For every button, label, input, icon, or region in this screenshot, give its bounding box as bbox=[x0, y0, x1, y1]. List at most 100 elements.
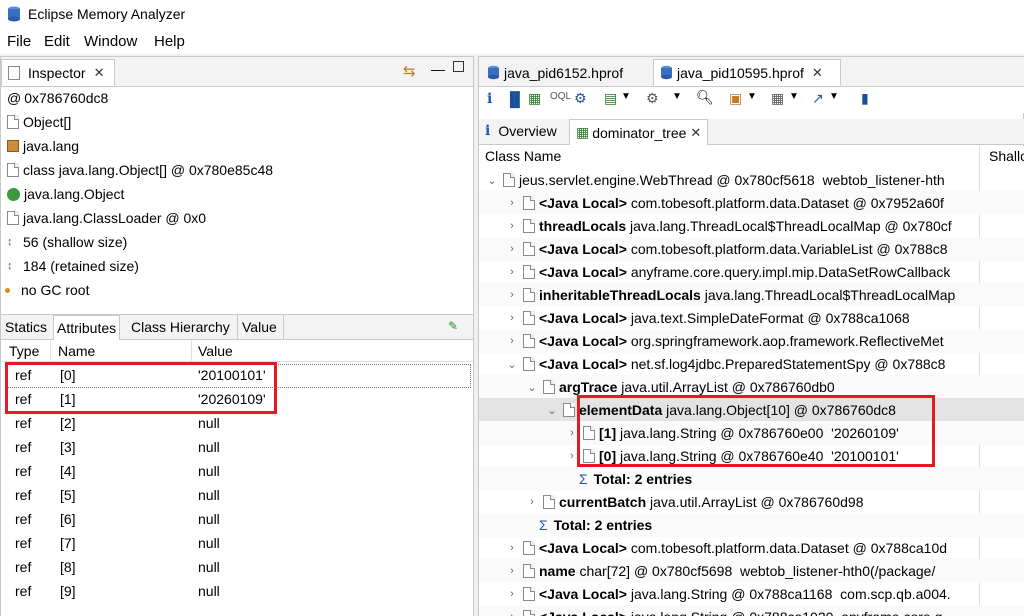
tab-class-hierarchy[interactable]: Class Hierarchy bbox=[131, 319, 230, 335]
tree-row[interactable]: Σ Total: 2 entries bbox=[479, 513, 1024, 537]
chevron-right-icon[interactable]: › bbox=[505, 266, 519, 278]
object-icon bbox=[523, 334, 535, 348]
inspector-superclass: java.lang.Object bbox=[7, 182, 124, 206]
tree-row[interactable]: › <Java Local> com.tobesoft.platform.data… bbox=[479, 237, 1024, 261]
chevron-down-icon[interactable]: ▼ bbox=[829, 91, 839, 102]
chevron-down-icon[interactable]: ▼ bbox=[672, 91, 682, 102]
chevron-right-icon[interactable]: › bbox=[505, 197, 519, 209]
tree-row[interactable]: › <Java Local> com.tobesoft.platform.data… bbox=[479, 536, 1024, 560]
link-with-editor-icon[interactable]: ⇆ bbox=[403, 62, 416, 80]
group-icon[interactable]: ▣ bbox=[729, 90, 742, 107]
tree-row[interactable]: › currentBatch java.util.ArrayList @ 0x78… bbox=[479, 490, 1024, 514]
col-name[interactable]: Name bbox=[58, 343, 95, 359]
cell-name: [8] bbox=[60, 559, 76, 575]
menu-help[interactable]: Help bbox=[154, 33, 185, 50]
close-icon[interactable]: ✕ bbox=[690, 125, 701, 141]
tree-row[interactable]: › <Java Local> anyframe.core.query.impl.m… bbox=[479, 260, 1024, 284]
table-row[interactable]: ref [8] null bbox=[1, 556, 473, 580]
info-icon[interactable]: i bbox=[487, 91, 492, 107]
chevron-right-icon[interactable]: › bbox=[505, 220, 519, 232]
table-row[interactable]: ref [2] null bbox=[1, 412, 473, 436]
tree-row[interactable]: › name char[72] @ 0x780cf5698 webtob_list… bbox=[479, 559, 1024, 583]
tree-row[interactable]: ⌄ <Java Local> net.sf.log4jdbc.PreparedSt… bbox=[479, 352, 1024, 376]
chevron-right-icon[interactable]: › bbox=[505, 289, 519, 301]
tab-dominator-tree[interactable]: ▦ dominator_tree ✕ bbox=[569, 119, 709, 145]
chevron-right-icon[interactable]: › bbox=[525, 496, 539, 508]
queries-icon[interactable]: ⚙ bbox=[646, 90, 659, 107]
chevron-right-icon[interactable]: › bbox=[505, 542, 519, 554]
tree-row[interactable]: › <Java Local> org.springframework.aop.fr… bbox=[479, 329, 1024, 353]
tree-row[interactable]: › <Java Local> java.lang.String @ 0x788ca… bbox=[479, 605, 1024, 616]
pin-tab-icon[interactable]: ▮ bbox=[861, 90, 869, 107]
search-icon[interactable]: 🔍︎ bbox=[696, 89, 714, 106]
menu-edit[interactable]: Edit bbox=[44, 33, 70, 50]
table-row[interactable]: ref [4] null bbox=[1, 460, 473, 484]
col-value[interactable]: Value bbox=[198, 343, 233, 359]
close-icon[interactable]: ✕ bbox=[812, 65, 823, 81]
histogram-icon[interactable]: ▐▌ bbox=[505, 91, 525, 107]
col-shallow-heap[interactable]: Shallo bbox=[989, 148, 1024, 164]
tab-value[interactable]: Value bbox=[242, 319, 277, 335]
tab-hprof-6152[interactable]: java_pid6152.hprof bbox=[481, 59, 649, 86]
chevron-down-icon[interactable]: ⌄ bbox=[485, 174, 499, 187]
menu-file[interactable]: File bbox=[7, 33, 31, 50]
pin-icon[interactable]: ✎ bbox=[448, 319, 458, 333]
object-icon bbox=[503, 173, 515, 187]
minimize-icon[interactable]: — bbox=[431, 61, 445, 77]
chevron-right-icon[interactable]: › bbox=[505, 335, 519, 347]
table-row[interactable]: ref [7] null bbox=[1, 532, 473, 556]
calculator-icon[interactable]: ▦ bbox=[771, 90, 784, 107]
threads-icon[interactable]: ⚙ bbox=[574, 90, 587, 107]
tab-overview[interactable]: i Overview bbox=[485, 123, 557, 139]
menu-window[interactable]: Window bbox=[84, 33, 137, 50]
tab-hprof-10595[interactable]: java_pid10595.hprof ✕ bbox=[653, 59, 841, 86]
chevron-down-icon[interactable]: ⌄ bbox=[545, 404, 559, 417]
export-icon[interactable]: ↗ bbox=[812, 90, 824, 107]
inspector-address: @0x786760dc8 bbox=[7, 86, 108, 110]
retained-size-text: 184 (retained size) bbox=[23, 258, 139, 274]
maximize-icon[interactable] bbox=[453, 61, 464, 72]
tree-row-field: inheritableThreadLocals bbox=[539, 287, 701, 303]
table-row[interactable]: ref [6] null bbox=[1, 508, 473, 532]
tree-row[interactable]: › <Java Local> java.text.SimpleDateFormat… bbox=[479, 306, 1024, 330]
dominator-tree-icon[interactable]: ▦ bbox=[528, 90, 541, 107]
reports-icon[interactable]: ▤ bbox=[604, 90, 617, 107]
close-icon[interactable]: ✕ bbox=[94, 65, 105, 81]
chevron-down-icon[interactable]: ⌄ bbox=[525, 381, 539, 394]
tree-row[interactable]: › <Java Local> java.lang.String @ 0x788ca… bbox=[479, 582, 1024, 606]
tree-row[interactable]: ⌄ jeus.servlet.engine.WebThread @ 0x780cf… bbox=[479, 168, 1024, 192]
inspector-icon bbox=[8, 65, 20, 80]
tree-row-field: threadLocals bbox=[539, 218, 627, 234]
tab-attributes[interactable]: Attributes bbox=[53, 315, 121, 341]
chevron-right-icon[interactable]: › bbox=[505, 611, 519, 616]
table-row[interactable]: ref [5] null bbox=[1, 484, 473, 508]
tree-row[interactable]: Σ Total: 2 entries bbox=[479, 467, 1024, 491]
chevron-down-icon[interactable]: ⌄ bbox=[505, 358, 519, 371]
tree-row[interactable]: › <Java Local> com.tobesoft.platform.data… bbox=[479, 191, 1024, 215]
chevron-right-icon[interactable]: › bbox=[505, 243, 519, 255]
oql-icon[interactable]: OQL bbox=[550, 91, 571, 102]
table-row[interactable]: ref [3] null bbox=[1, 436, 473, 460]
heap-dump-icon bbox=[661, 65, 672, 80]
col-type[interactable]: Type bbox=[9, 343, 39, 359]
tree-row[interactable]: › threadLocals java.lang.ThreadLocal$Thre… bbox=[479, 214, 1024, 238]
table-row[interactable]: ref [9] null bbox=[1, 580, 473, 604]
col-class-name[interactable]: Class Name bbox=[485, 148, 561, 164]
chevron-down-icon[interactable]: ▼ bbox=[747, 91, 757, 102]
tree-row-field: <Java Local> bbox=[539, 195, 627, 211]
tab-overview-label: Overview bbox=[498, 123, 557, 139]
object-icon bbox=[523, 242, 535, 256]
chevron-down-icon[interactable]: ▼ bbox=[789, 91, 799, 102]
tree-row-field: <Java Local> bbox=[539, 333, 627, 349]
chevron-right-icon[interactable]: › bbox=[505, 588, 519, 600]
tree-row[interactable]: › inheritableThreadLocals java.lang.Threa… bbox=[479, 283, 1024, 307]
tree-row-text: java.lang.ThreadLocal$ThreadLocalMap @ 0… bbox=[626, 218, 952, 234]
chevron-right-icon[interactable]: › bbox=[505, 565, 519, 577]
tab-inspector[interactable]: Inspector ✕ bbox=[1, 59, 115, 86]
tab-statics[interactable]: Statics bbox=[5, 319, 47, 335]
editor-panel: java_pid6152.hprof java_pid10595.hprof ✕… bbox=[478, 56, 1024, 616]
chevron-right-icon[interactable]: › bbox=[505, 312, 519, 324]
chevron-down-icon[interactable]: ▼ bbox=[621, 91, 631, 102]
cell-type: ref bbox=[15, 463, 32, 479]
tree-row-text: java.util.ArrayList @ 0x786760d98 bbox=[646, 494, 864, 510]
